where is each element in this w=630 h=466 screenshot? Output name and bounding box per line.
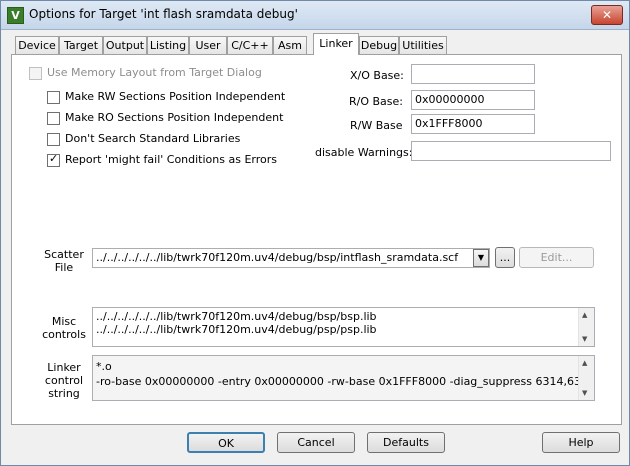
tab-linker[interactable]: Linker (313, 33, 359, 55)
ro-position-independent-label: Make RO Sections Position Independent (65, 111, 284, 124)
cancel-button[interactable]: Cancel (277, 432, 355, 453)
control-string-scrollbar[interactable]: ▲ ▼ (578, 356, 594, 400)
window-title: Options for Target 'int flash sramdata d… (29, 7, 298, 21)
tab-device[interactable]: Device (15, 36, 59, 54)
scatter-dropdown-arrow-icon[interactable]: ▼ (473, 249, 489, 267)
xo-base-input[interactable] (411, 64, 535, 84)
ro-base-input[interactable]: 0x00000000 (411, 90, 535, 110)
checkmark-icon: ✓ (49, 152, 59, 165)
misc-controls-label: Misc controls (42, 315, 86, 341)
help-button[interactable]: Help (542, 432, 620, 453)
scatter-file-combo[interactable]: ../../../../../../lib/twrk70f120m.uv4/de… (92, 248, 490, 268)
keil-app-icon: V (7, 7, 24, 24)
linker-panel: Use Memory Layout from Target Dialog Mak… (11, 54, 622, 425)
tab-user[interactable]: User (189, 36, 227, 54)
disable-warnings-input[interactable] (411, 141, 611, 161)
tab-asm[interactable]: Asm (273, 36, 307, 54)
options-dialog: V Options for Target 'int flash sramdata… (0, 0, 630, 466)
rw-position-independent-checkbox[interactable] (47, 91, 60, 104)
scroll-down-icon[interactable]: ▼ (582, 389, 587, 397)
scatter-browse-button[interactable]: ... (495, 247, 515, 268)
scroll-up-icon[interactable]: ▲ (582, 359, 587, 367)
misc-line: ../../../../../../lib/twrk70f120m.uv4/de… (96, 323, 377, 336)
tab-listing[interactable]: Listing (147, 36, 189, 54)
control-string-line: *.o (96, 360, 112, 373)
rw-base-input[interactable]: 0x1FFF8000 (411, 114, 535, 134)
control-string-line: -ro-base 0x00000000 -entry 0x00000000 -r… (96, 375, 595, 388)
misc-controls-textarea[interactable]: ../../../../../../lib/twrk70f120m.uv4/de… (92, 307, 595, 347)
title-bar: V Options for Target 'int flash sramdata… (1, 1, 629, 30)
dont-search-std-libs-label: Don't Search Standard Libraries (65, 132, 241, 145)
defaults-button[interactable]: Defaults (367, 432, 445, 453)
rw-position-independent-label: Make RW Sections Position Independent (65, 90, 286, 103)
report-might-fail-label: Report 'might fail' Conditions as Errors (65, 153, 277, 166)
use-memory-layout-checkbox[interactable] (29, 67, 42, 80)
misc-line: ../../../../../../lib/twrk70f120m.uv4/de… (96, 310, 377, 323)
scroll-up-icon[interactable]: ▲ (582, 311, 587, 319)
scroll-down-icon[interactable]: ▼ (582, 335, 587, 343)
ro-position-independent-checkbox[interactable] (47, 112, 60, 125)
ok-button[interactable]: OK (187, 432, 265, 453)
linker-control-string-textarea[interactable]: *.o -ro-base 0x00000000 -entry 0x0000000… (92, 355, 595, 401)
dont-search-std-libs-checkbox[interactable] (47, 133, 60, 146)
scatter-file-label: Scatter File (44, 248, 84, 274)
close-button[interactable]: ✕ (591, 5, 623, 25)
use-memory-layout-label: Use Memory Layout from Target Dialog (47, 66, 262, 79)
report-might-fail-checkbox[interactable]: ✓ (47, 152, 60, 167)
ro-base-label: R/O Base: (349, 95, 403, 108)
linker-control-string-label: Linker control string (44, 361, 84, 400)
scatter-edit-button[interactable]: Edit... (519, 247, 594, 268)
misc-scrollbar[interactable]: ▲ ▼ (578, 308, 594, 346)
tab-target[interactable]: Target (59, 36, 103, 54)
disable-warnings-label: disable Warnings: (315, 146, 413, 159)
tab-debug[interactable]: Debug (359, 36, 399, 54)
tab-output[interactable]: Output (103, 36, 147, 54)
rw-base-label: R/W Base (350, 119, 403, 132)
xo-base-label: X/O Base: (350, 69, 404, 82)
tab-utilities[interactable]: Utilities (399, 36, 447, 54)
tab-c-cpp[interactable]: C/C++ (227, 36, 273, 54)
